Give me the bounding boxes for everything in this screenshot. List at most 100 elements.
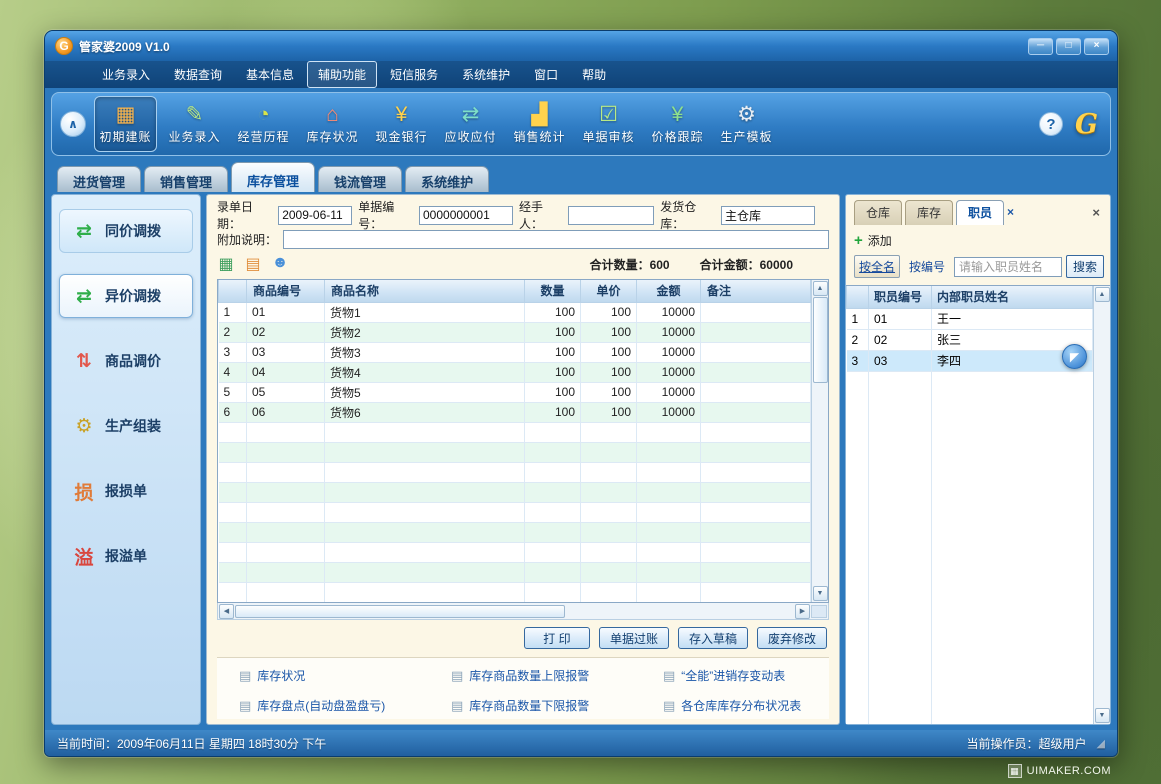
vertical-scroll-thumb[interactable] — [813, 297, 828, 383]
toolbar-button[interactable]: ⌂ 库存状况 — [301, 96, 364, 152]
toolbar-button[interactable]: ◔ 经营历程 — [232, 96, 295, 152]
scroll-down-arrow[interactable]: ▼ — [813, 586, 828, 601]
title-bar[interactable]: G 管家婆2009 V1.0 ─ □ × — [45, 31, 1117, 61]
sidebar-item[interactable]: ⇅ 商品调价 — [59, 339, 193, 383]
report-link[interactable]: ▤ “全能”进销存变动表 — [663, 667, 823, 684]
discard-changes-button[interactable]: 废弃修改 — [757, 627, 827, 649]
sidebar-item[interactable]: ⚙ 生产组装 — [59, 404, 193, 448]
toolbar-button[interactable]: ⚙ 生产模板 — [715, 96, 778, 152]
toolbar-button[interactable]: ¥ 现金银行 — [370, 96, 433, 152]
toolbar-button-label: 应收应付 — [444, 128, 496, 145]
module-tab[interactable]: 钱流管理 — [318, 166, 402, 192]
row-number-cell — [219, 462, 247, 482]
grid-row[interactable] — [219, 482, 811, 502]
grid-row[interactable] — [219, 422, 811, 442]
grid-row[interactable] — [219, 602, 811, 603]
grid-row[interactable] — [219, 582, 811, 602]
toolbar-button[interactable]: ▟ 销售统计 — [508, 96, 571, 152]
module-tab[interactable]: 库存管理 — [231, 162, 315, 192]
grid-row[interactable] — [219, 502, 811, 522]
lookup-tab[interactable]: 职员 — [956, 200, 1004, 225]
report-link[interactable]: ▤ 库存商品数量上限报警 — [451, 667, 663, 684]
menu-item[interactable]: 数据查询 — [163, 61, 233, 88]
grid-row[interactable] — [219, 542, 811, 562]
grid-row[interactable] — [219, 442, 811, 462]
grid-row[interactable]: 6 06 货物6 100 100 10000 — [219, 402, 811, 422]
note-input[interactable] — [283, 230, 829, 249]
menu-item[interactable]: 辅助功能 — [307, 61, 377, 88]
resize-grip-icon[interactable]: ◢ — [1097, 737, 1105, 750]
toolbar-button[interactable]: ✎ 业务录入 — [163, 96, 226, 152]
warehouse-input[interactable] — [721, 206, 815, 225]
toolbar-button[interactable]: ¥ 价格跟踪 — [646, 96, 709, 152]
grid-row[interactable] — [219, 522, 811, 542]
grid-row[interactable]: 5 05 货物5 100 100 10000 — [219, 382, 811, 402]
menu-item[interactable]: 基本信息 — [235, 61, 305, 88]
horizontal-scrollbar[interactable]: ◀ ▶ — [217, 603, 829, 620]
close-button[interactable]: × — [1084, 38, 1109, 55]
filter-by-name-button[interactable]: 按全名 — [854, 255, 900, 278]
grid-row[interactable]: 1 01 货物1 100 100 10000 — [219, 302, 811, 322]
report-link[interactable]: ▤ 各仓库库存分布状况表 — [663, 697, 823, 714]
grid-row[interactable]: 3 03 货物3 100 100 10000 — [219, 342, 811, 362]
grid-row[interactable] — [219, 462, 811, 482]
row-number-header — [219, 280, 247, 302]
grid-row[interactable] — [219, 562, 811, 582]
report-link[interactable]: ▤ 库存盘点(自动盘盈盘亏) — [239, 697, 451, 714]
tab-close-icon[interactable]: × — [1004, 205, 1018, 221]
toolbar-button[interactable]: ☑ 单据审核 — [577, 96, 640, 152]
scroll-left-arrow[interactable]: ◀ — [219, 604, 234, 619]
menu-item[interactable]: 帮助 — [571, 61, 617, 88]
grid-row[interactable]: 2 02 货物2 100 100 10000 — [219, 322, 811, 342]
minimize-button[interactable]: ─ — [1028, 38, 1053, 55]
sidebar-item[interactable]: ⇄ 异价调拨 — [59, 274, 193, 318]
menu-item[interactable]: 业务录入 — [91, 61, 161, 88]
scroll-up-arrow[interactable]: ▲ — [813, 281, 828, 296]
lookup-tab[interactable]: 库存 — [905, 200, 953, 225]
module-tab[interactable]: 系统维护 — [405, 166, 489, 192]
report-link[interactable]: ▤ 库存状况 — [239, 667, 451, 684]
handler-input[interactable] — [568, 206, 654, 225]
sidebar-item[interactable]: 溢 报溢单 — [59, 534, 193, 578]
filter-by-code-button[interactable]: 按编号 — [904, 255, 950, 278]
module-tab[interactable]: 进货管理 — [57, 166, 141, 192]
lookup-tab[interactable]: 仓库 — [854, 200, 902, 225]
employee-row[interactable]: 2 02 张三 — [847, 329, 1093, 350]
save-draft-button[interactable]: 存入草稿 — [678, 627, 748, 649]
doc-number-input[interactable] — [419, 206, 513, 225]
add-row[interactable]: + 添加 — [846, 225, 1110, 252]
post-document-button[interactable]: 单据过账 — [599, 627, 669, 649]
employee-search-input[interactable] — [954, 257, 1062, 277]
vertical-scrollbar[interactable]: ▲ ▼ — [811, 280, 828, 602]
collapse-toolbar-button[interactable]: ∧ — [60, 111, 86, 137]
module-tab[interactable]: 销售管理 — [144, 166, 228, 192]
scroll-right-arrow[interactable]: ▶ — [795, 604, 810, 619]
employee-vertical-scrollbar[interactable]: ▲ ▼ — [1093, 286, 1110, 724]
sidebar-item[interactable]: 损 报损单 — [59, 469, 193, 513]
employee-row[interactable]: 3 03 李四 — [847, 350, 1093, 371]
order-date-input[interactable] — [278, 206, 352, 225]
help-button[interactable]: ? — [1039, 112, 1063, 136]
sidebar-item[interactable]: ⇄ 同价调拨 — [59, 209, 193, 253]
employee-row[interactable]: 1 01 王一 — [847, 308, 1093, 329]
grid-row[interactable]: 4 04 货物4 100 100 10000 — [219, 362, 811, 382]
toolbar-button[interactable]: ▦ 初期建账 — [94, 96, 157, 152]
menu-item[interactable]: 系统维护 — [451, 61, 521, 88]
scroll-down-arrow[interactable]: ▼ — [1095, 708, 1110, 723]
menu-item[interactable]: 短信服务 — [379, 61, 449, 88]
form-tool-icon[interactable]: ☻ — [271, 254, 289, 274]
product-code-cell — [247, 442, 325, 462]
report-link[interactable]: ▤ 库存商品数量下限报警 — [451, 697, 663, 714]
form-tool-icon[interactable]: ▤ — [244, 254, 262, 274]
horizontal-scroll-thumb[interactable] — [235, 605, 565, 618]
maximize-button[interactable]: □ — [1056, 38, 1081, 55]
employee-name-header: 内部职员姓名 — [932, 286, 1093, 308]
scroll-up-arrow[interactable]: ▲ — [1095, 287, 1110, 302]
search-button[interactable]: 搜索 — [1066, 255, 1104, 278]
print-button[interactable]: 打 印 — [524, 627, 590, 649]
toolbar-button[interactable]: ⇄ 应收应付 — [439, 96, 502, 152]
form-tool-icon[interactable]: ▦ — [217, 254, 235, 274]
menu-item[interactable]: 窗口 — [523, 61, 569, 88]
panel-close-button[interactable]: × — [1088, 205, 1104, 220]
row-number-cell — [219, 502, 247, 522]
